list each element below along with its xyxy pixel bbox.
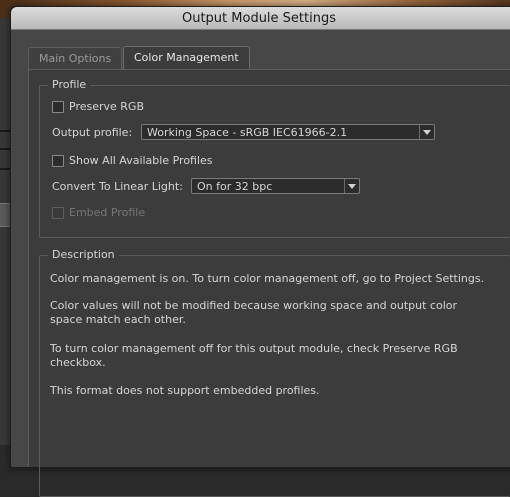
description-paragraph: Color values will not be modified becaus… [50,299,458,326]
window-title: Output Module Settings [181,11,336,26]
color-management-pane: Profile Preserve RGB Output profile: Wor… [28,69,510,497]
description-paragraph: Color management is on. To turn color ma… [50,272,485,285]
description-paragraph: To turn color management off for this ou… [50,342,458,369]
tab-main-options[interactable]: Main Options [28,47,123,69]
profile-group: Profile Preserve RGB Output profile: Wor… [39,78,510,238]
chevron-down-icon [344,179,359,193]
description-paragraph: This format does not support embedded pr… [50,384,320,397]
output-profile-value: Working Space - sRGB IEC61966-2.1 [147,126,348,139]
titlebar: Output Module Settings [11,7,510,30]
tab-color-management[interactable]: Color Management [123,46,250,70]
output-profile-dropdown[interactable]: Working Space - sRGB IEC61966-2.1 [141,124,435,140]
convert-linear-dropdown[interactable]: On for 32 bpc [191,178,360,194]
convert-linear-value: On for 32 bpc [197,180,273,193]
preserve-rgb-row[interactable]: Preserve RGB [52,100,144,113]
preserve-rgb-checkbox[interactable] [52,100,64,113]
show-all-profiles-row[interactable]: Show All Available Profiles [52,154,213,167]
output-profile-row: Output profile: [52,126,132,139]
embed-profile-label: Embed Profile [69,206,146,219]
profile-group-label: Profile [48,78,91,91]
description-group-label: Description [48,248,119,261]
output-module-settings-dialog: Output Module Settings Main Options Colo… [10,6,510,497]
convert-linear-row: Convert To Linear Light: [52,180,183,193]
convert-linear-label: Convert To Linear Light: [52,180,183,193]
embed-profile-checkbox [52,206,64,219]
dialog-body: Main Options Color Management Profile Pr… [11,30,510,497]
embed-profile-row: Embed Profile [52,206,145,219]
chevron-down-icon [419,125,434,139]
preserve-rgb-label: Preserve RGB [69,100,144,113]
description-group: Description Color management is on. To t… [39,248,510,497]
show-all-profiles-checkbox[interactable] [52,154,64,167]
output-profile-label: Output profile: [52,126,133,139]
show-all-profiles-label: Show All Available Profiles [69,154,213,167]
